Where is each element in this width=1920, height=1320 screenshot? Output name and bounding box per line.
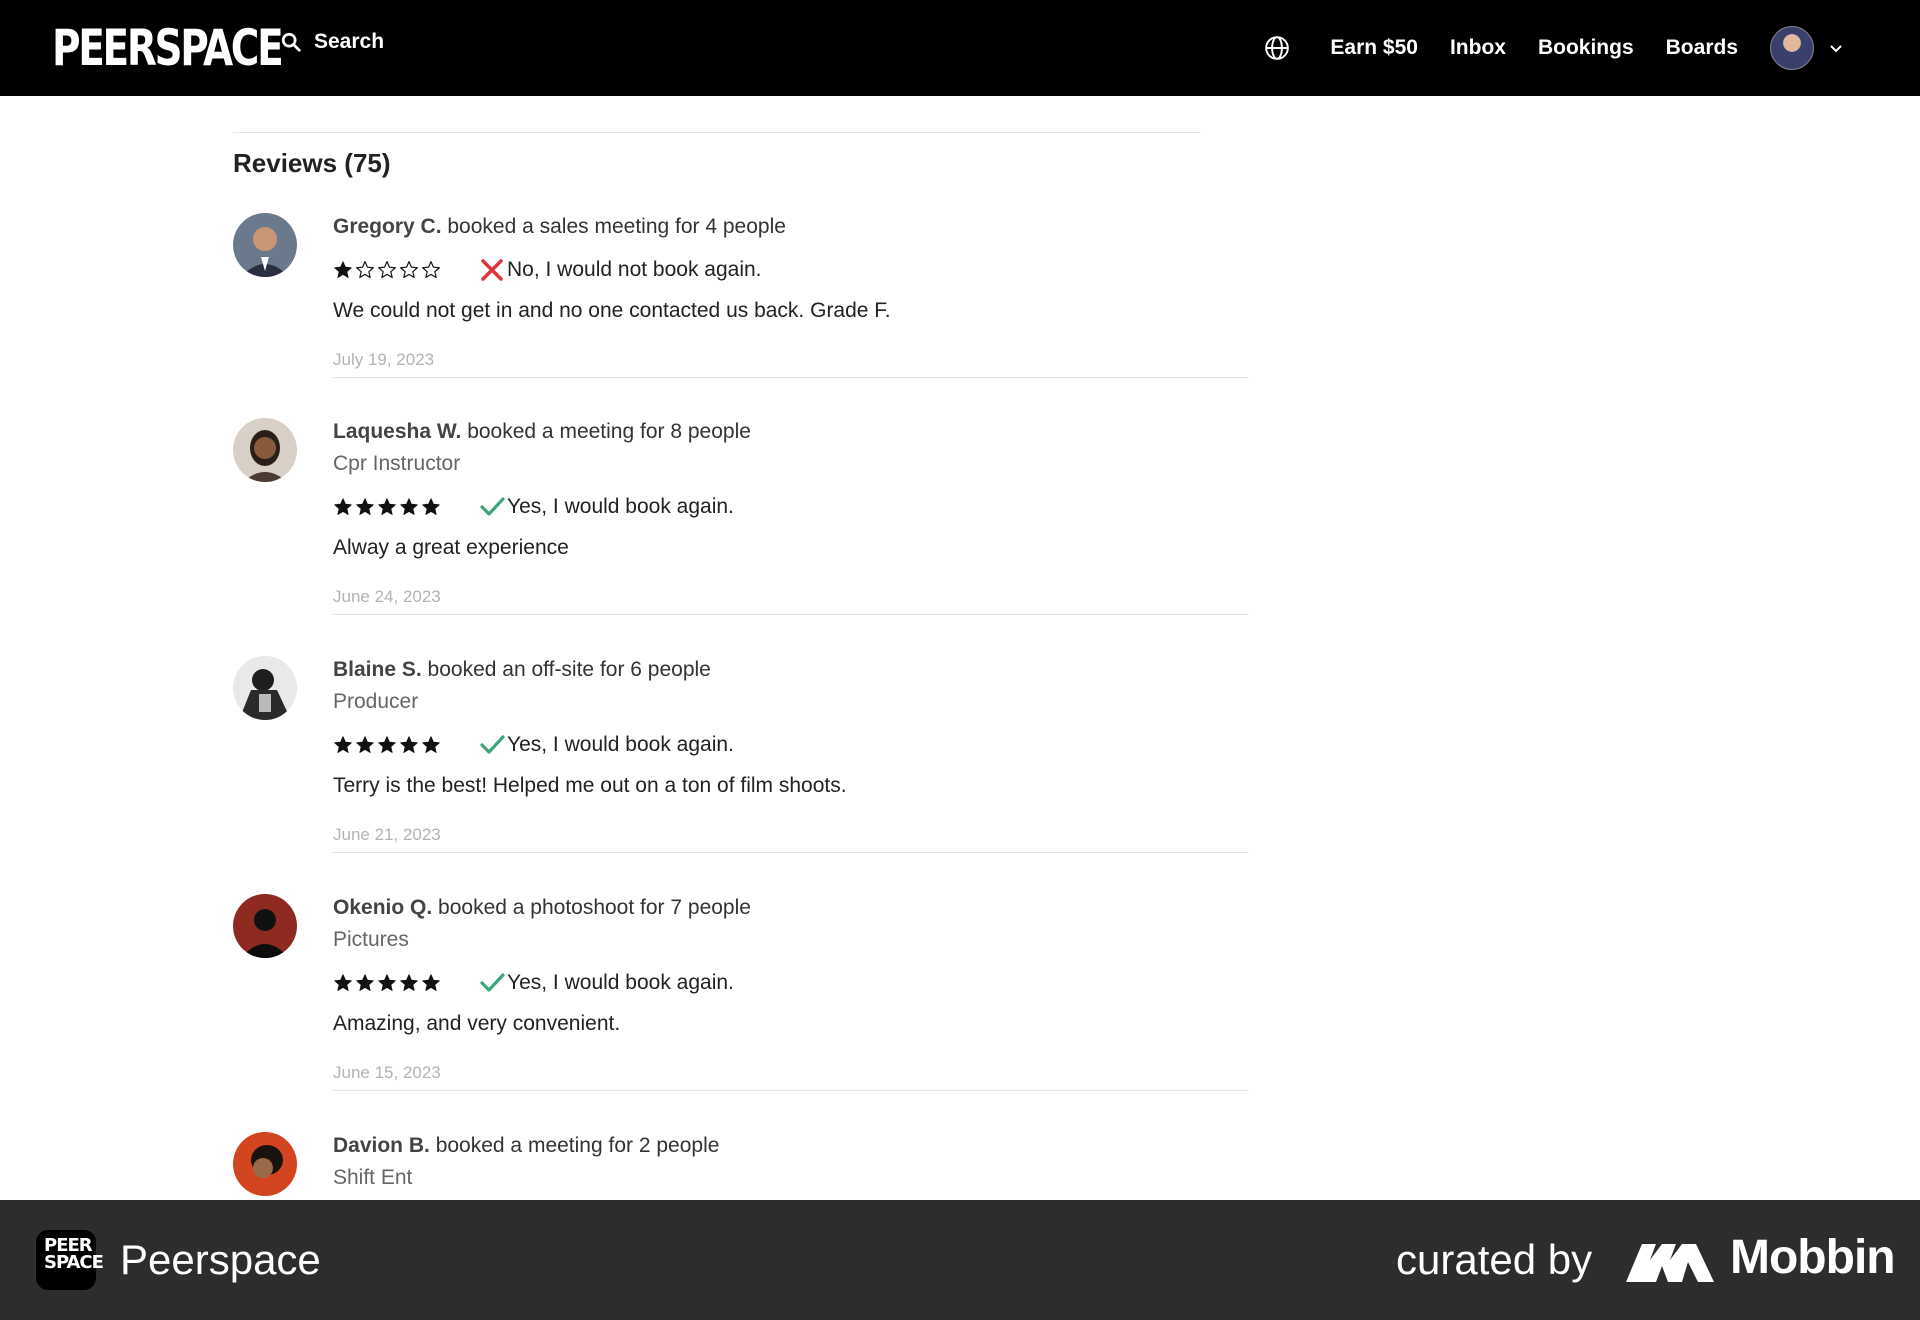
rating-row: No, I would not book again. xyxy=(333,255,1249,285)
divider xyxy=(333,377,1249,378)
rating-row: Yes, I would book again. xyxy=(333,730,1249,760)
star-filled-icon xyxy=(422,974,440,991)
rating-row: Yes, I would book again. xyxy=(333,492,1249,522)
star-filled-icon xyxy=(422,498,440,515)
reviewer-role: Shift Ent xyxy=(333,1166,413,1189)
peerspace-logo[interactable]: PEERSPACE xyxy=(52,22,284,74)
star-filled-icon xyxy=(400,498,418,515)
booking-description: booked a meeting for 2 people xyxy=(435,1134,720,1157)
app-logo: PEER SPACE xyxy=(36,1230,104,1290)
divider xyxy=(333,852,1249,853)
book-again-verdict: Yes, I would book again. xyxy=(479,970,734,996)
book-again-verdict: No, I would not book again. xyxy=(479,257,762,283)
verdict-text: Yes, I would book again. xyxy=(507,495,734,518)
footer-bar: PEER SPACE Peerspace curated by Mobbin xyxy=(0,1200,1920,1320)
star-filled-icon xyxy=(400,974,418,991)
review-date: June 21, 2023 xyxy=(333,825,441,844)
check-icon xyxy=(480,497,505,516)
search-label: Search xyxy=(314,30,385,53)
mobbin-brand: Mobbin xyxy=(1730,1231,1896,1284)
review-date: July 19, 2023 xyxy=(333,350,435,369)
divider xyxy=(333,614,1249,615)
nav-right: Earn $50 Inbox Bookings Boards xyxy=(1264,0,1844,96)
globe-icon[interactable] xyxy=(1264,35,1290,61)
book-again-verdict: Yes, I would book again. xyxy=(479,732,734,758)
verdict-text: Yes, I would book again. xyxy=(507,733,734,756)
star-empty-icon xyxy=(400,261,418,279)
star-empty-icon xyxy=(378,261,396,279)
reviewer-name[interactable]: Blaine S. xyxy=(333,658,422,681)
reviewer-role: Pictures xyxy=(333,928,409,951)
reviewer-name[interactable]: Gregory C. xyxy=(333,215,442,238)
check-icon xyxy=(480,973,505,992)
star-rating xyxy=(333,973,483,993)
search-button[interactable]: Search xyxy=(280,30,384,54)
nav-boards-link[interactable]: Boards xyxy=(1666,36,1738,60)
mobbin-logo-icon xyxy=(1626,1244,1714,1282)
star-filled-icon xyxy=(378,974,396,991)
star-filled-icon xyxy=(334,498,352,515)
search-icon xyxy=(281,32,301,52)
review-header: Blaine S. booked an off-site for 6 peopl… xyxy=(333,656,1249,684)
review-text: We could not get in and no one contacted… xyxy=(333,299,891,322)
chevron-down-icon xyxy=(1830,45,1842,53)
book-again-verdict: Yes, I would book again. xyxy=(479,494,734,520)
reviewer-avatar[interactable] xyxy=(233,894,297,958)
booking-description: booked a photoshoot for 7 people xyxy=(438,896,751,919)
rating-row: Yes, I would book again. xyxy=(333,968,1249,998)
review-header: Okenio Q. booked a photoshoot for 7 peop… xyxy=(333,894,1249,922)
reviewer-avatar[interactable] xyxy=(233,656,297,720)
star-filled-icon xyxy=(400,736,418,753)
review-date: June 24, 2023 xyxy=(333,587,441,606)
reviewer-avatar[interactable] xyxy=(233,1132,297,1196)
divider xyxy=(233,132,1201,133)
reviewer-role: Producer xyxy=(333,690,419,713)
verdict-text: Yes, I would book again. xyxy=(507,971,734,994)
reviewer-avatar[interactable] xyxy=(233,418,297,482)
cross-icon xyxy=(481,259,503,281)
review-text: Terry is the best! Helped me out on a to… xyxy=(333,774,847,797)
booking-description: booked a sales meeting for 4 people xyxy=(447,215,786,238)
avatar xyxy=(1770,26,1814,70)
top-nav: PEERSPACE Search Earn $50 Inbox Bookings… xyxy=(0,0,1920,96)
star-empty-icon xyxy=(356,261,374,279)
reviews-title: Reviews (75) xyxy=(233,148,391,178)
star-filled-icon xyxy=(378,498,396,515)
profile-menu[interactable] xyxy=(1770,26,1844,70)
verdict-text: No, I would not book again. xyxy=(507,258,762,281)
star-filled-icon xyxy=(334,736,352,753)
review-header: Gregory C. booked a sales meeting for 4 … xyxy=(333,213,1249,241)
reviewer-name[interactable]: Davion B. xyxy=(333,1134,430,1157)
star-rating xyxy=(333,260,483,280)
nav-bookings-link[interactable]: Bookings xyxy=(1538,36,1634,60)
booking-description: booked an off-site for 6 people xyxy=(427,658,711,681)
curated-by-label: curated by xyxy=(1396,1236,1593,1283)
app-name: Peerspace xyxy=(120,1236,321,1283)
nav-earn-link[interactable]: Earn $50 xyxy=(1330,36,1418,60)
review-header: Laquesha W. booked a meeting for 8 peopl… xyxy=(333,418,1249,446)
nav-inbox-link[interactable]: Inbox xyxy=(1450,36,1506,60)
check-icon xyxy=(480,735,505,754)
star-filled-icon xyxy=(334,261,352,278)
review-header: Davion B. booked a meeting for 2 people xyxy=(333,1132,1249,1160)
star-filled-icon xyxy=(422,736,440,753)
divider xyxy=(333,1090,1249,1091)
review-text: Amazing, and very convenient. xyxy=(333,1012,621,1035)
star-filled-icon xyxy=(356,736,374,753)
reviewer-role: Cpr Instructor xyxy=(333,452,461,475)
review-date: June 15, 2023 xyxy=(333,1063,441,1082)
booking-description: booked a meeting for 8 people xyxy=(467,420,751,443)
reviewer-avatar[interactable] xyxy=(233,213,297,277)
star-empty-icon xyxy=(422,261,440,279)
star-filled-icon xyxy=(356,974,374,991)
reviewer-name[interactable]: Laquesha W. xyxy=(333,420,461,443)
star-filled-icon xyxy=(356,498,374,515)
reviewer-name[interactable]: Okenio Q. xyxy=(333,896,432,919)
star-filled-icon xyxy=(378,736,396,753)
star-filled-icon xyxy=(334,974,352,991)
star-rating xyxy=(333,735,483,755)
review-text: Alway a great experience xyxy=(333,536,569,559)
star-rating xyxy=(333,497,483,517)
